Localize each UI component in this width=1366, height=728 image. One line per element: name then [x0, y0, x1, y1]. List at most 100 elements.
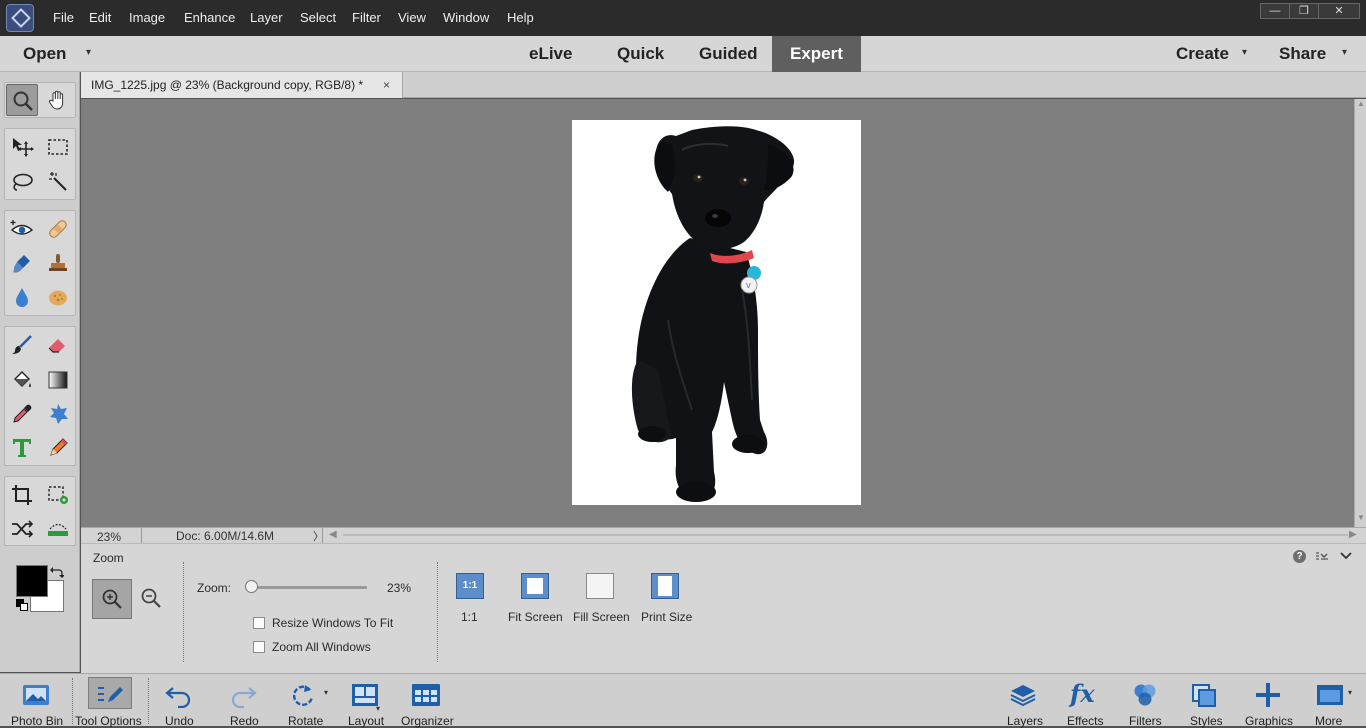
hand-tool[interactable] — [42, 84, 74, 116]
straighten-tool[interactable] — [42, 513, 74, 545]
zoom-out-mode-button[interactable] — [139, 586, 165, 612]
zoom-slider-thumb[interactable] — [245, 580, 259, 593]
restore-button[interactable]: ❐ — [1289, 3, 1319, 19]
tab-expert[interactable]: Expert — [790, 44, 843, 64]
layout-button[interactable]: ▾ Layout — [338, 674, 398, 728]
filters-button[interactable]: Filters — [1120, 674, 1172, 728]
panel-menu-icon[interactable] — [1315, 549, 1329, 563]
fill-screen-button[interactable] — [586, 573, 614, 599]
swap-colors-icon[interactable] — [50, 566, 65, 578]
clone-stamp-tool[interactable] — [42, 247, 74, 279]
canvas-area[interactable]: V — [81, 99, 1354, 527]
bottom-taskbar: Photo Bin Tool Options Undo Redo ▾ Rotat… — [0, 673, 1366, 728]
one-to-one-button[interactable]: 1:1 — [456, 573, 484, 599]
red-eye-tool[interactable] — [6, 213, 38, 245]
lasso-tool[interactable] — [6, 166, 38, 198]
zoom-in-mode-button[interactable] — [92, 579, 132, 619]
share-button[interactable]: Share — [1279, 44, 1326, 64]
scroll-left-icon[interactable]: ◀ — [329, 529, 337, 540]
zoom-label: Zoom: — [197, 581, 232, 595]
menu-window[interactable]: Window — [443, 10, 489, 25]
fit-screen-label[interactable]: Fit Screen — [508, 610, 563, 624]
zoom-tool[interactable] — [6, 84, 38, 116]
document-tab-close-icon[interactable]: × — [383, 78, 390, 92]
menu-view[interactable]: View — [398, 10, 426, 25]
share-dropdown-icon[interactable]: ▾ — [1342, 47, 1347, 58]
menu-filter[interactable]: Filter — [352, 10, 381, 25]
minimize-button[interactable]: — — [1260, 3, 1290, 19]
gradient-tool[interactable] — [42, 364, 74, 396]
menu-image[interactable]: Image — [129, 10, 165, 25]
move-icon — [13, 138, 34, 157]
layers-button[interactable]: Layers — [1000, 674, 1050, 728]
print-size-label[interactable]: Print Size — [641, 610, 692, 624]
more-button[interactable]: ▾ More — [1306, 674, 1366, 728]
open-dropdown-icon[interactable]: ▾ — [86, 47, 91, 58]
smart-brush-tool[interactable] — [6, 247, 38, 279]
eye-icon — [10, 220, 34, 235]
paint-bucket-tool[interactable] — [6, 364, 38, 396]
eyedropper-tool[interactable] — [6, 398, 38, 430]
document-image[interactable]: V — [572, 120, 861, 505]
default-colors-icon[interactable] — [16, 599, 30, 611]
sponge-icon — [49, 290, 67, 306]
zoom-readout[interactable]: 23% — [97, 530, 121, 544]
zoom-slider-track[interactable] — [245, 586, 367, 589]
tab-quick[interactable]: Quick — [617, 44, 664, 64]
custom-shape-tool[interactable] — [42, 398, 74, 430]
blur-tool[interactable] — [6, 281, 38, 313]
styles-button[interactable]: Styles — [1180, 674, 1232, 728]
pencil-tool[interactable] — [42, 432, 74, 464]
status-menu-arrow-icon[interactable]: 〉 — [313, 528, 324, 544]
help-icon[interactable]: ? — [1293, 550, 1306, 563]
one-to-one-label[interactable]: 1:1 — [461, 610, 478, 624]
zoom-all-windows-checkbox[interactable] — [253, 641, 265, 653]
close-window-button[interactable]: ✕ — [1318, 3, 1360, 19]
content-aware-move-tool[interactable] — [6, 513, 38, 545]
tool-options-button[interactable]: Tool Options — [74, 674, 148, 728]
brush-tool[interactable] — [6, 329, 38, 361]
menu-edit[interactable]: Edit — [89, 10, 111, 25]
zoom-all-windows-label[interactable]: Zoom All Windows — [272, 640, 371, 654]
rotate-button[interactable]: ▾ Rotate — [276, 674, 336, 728]
scroll-right-icon[interactable]: ▶ — [1349, 529, 1357, 540]
tool-group-draw — [4, 326, 76, 466]
effects-button[interactable]: fx Effects — [1060, 674, 1112, 728]
graphics-button[interactable]: Graphics — [1240, 674, 1300, 728]
redo-button[interactable]: Redo — [214, 674, 274, 728]
menu-file[interactable]: File — [53, 10, 74, 25]
marquee-tool[interactable] — [42, 131, 74, 163]
menu-select[interactable]: Select — [300, 10, 336, 25]
tab-elive[interactable]: eLive — [529, 44, 572, 64]
menu-help[interactable]: Help — [507, 10, 534, 25]
sponge-tool[interactable] — [42, 281, 74, 313]
collapse-panel-icon[interactable] — [1339, 550, 1353, 562]
spot-healing-tool[interactable] — [42, 213, 74, 245]
foreground-color-swatch[interactable] — [16, 565, 48, 597]
canvas-vertical-scrollbar[interactable]: ▲ ▼ — [1354, 99, 1366, 527]
canvas-horizontal-scrollbar[interactable] — [343, 534, 1348, 536]
move-tool[interactable] — [6, 131, 38, 163]
type-tool[interactable] — [6, 432, 38, 464]
menu-layer[interactable]: Layer — [250, 10, 283, 25]
menu-enhance[interactable]: Enhance — [184, 10, 235, 25]
open-button[interactable]: Open — [23, 44, 66, 64]
fit-screen-button[interactable] — [521, 573, 549, 599]
organizer-button[interactable]: Organizer — [398, 674, 460, 728]
tab-expert-container[interactable]: Expert — [772, 36, 861, 72]
document-tab[interactable]: IMG_1225.jpg @ 23% (Background copy, RGB… — [81, 72, 403, 98]
print-size-button[interactable] — [651, 573, 679, 599]
crop-tool[interactable] — [6, 479, 38, 511]
resize-windows-checkbox[interactable] — [253, 617, 265, 629]
fill-screen-label[interactable]: Fill Screen — [573, 610, 630, 624]
undo-button[interactable]: Undo — [150, 674, 210, 728]
photo-bin-button[interactable]: Photo Bin — [0, 674, 72, 728]
document-tab-bar: IMG_1225.jpg @ 23% (Background copy, RGB… — [81, 72, 1366, 98]
create-button[interactable]: Create — [1176, 44, 1229, 64]
quick-selection-tool[interactable] — [42, 166, 74, 198]
tab-guided[interactable]: Guided — [699, 44, 758, 64]
resize-windows-label[interactable]: Resize Windows To Fit — [272, 616, 393, 630]
recompose-tool[interactable] — [42, 479, 74, 511]
eraser-tool[interactable] — [42, 329, 74, 361]
create-dropdown-icon[interactable]: ▾ — [1242, 47, 1247, 58]
